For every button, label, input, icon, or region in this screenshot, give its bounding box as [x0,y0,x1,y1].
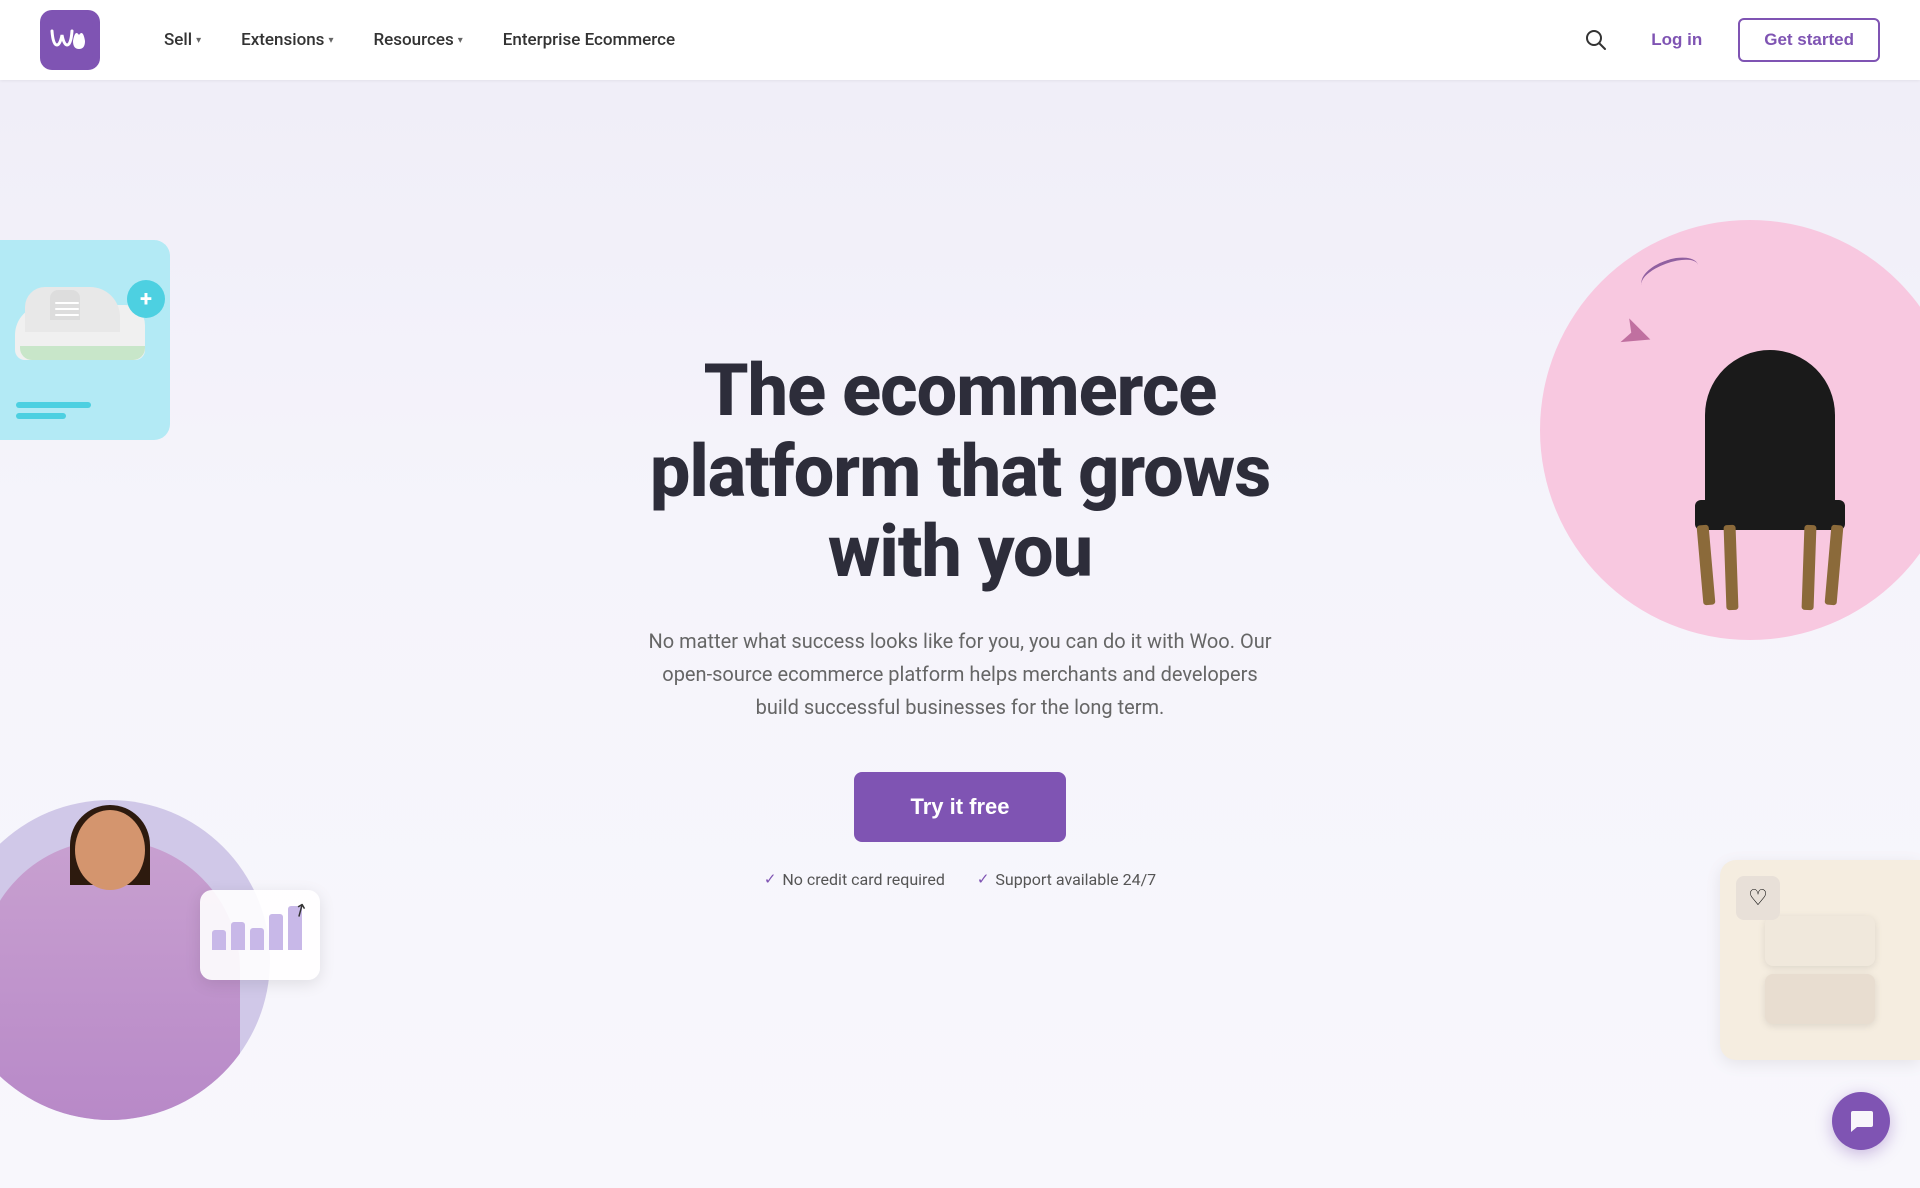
chair-back [1705,350,1835,510]
get-started-button[interactable]: Get started [1738,18,1880,62]
nav-item-resources[interactable]: Resources ▾ [357,22,478,58]
chevron-down-icon: ▾ [328,35,333,46]
logo[interactable] [40,10,100,70]
chair-leg-front-right [1802,525,1817,610]
search-button[interactable] [1577,21,1615,59]
heart-badge: ♡ [1736,876,1780,920]
logo-icon [40,10,100,70]
check-icon: ✓ [764,870,777,888]
hero-subtitle: No matter what success looks like for yo… [640,625,1280,724]
shoe-sole [20,346,145,360]
nav-item-extensions[interactable]: Extensions ▾ [225,22,349,58]
paper-plane-icon: ➤ [1613,306,1661,362]
shoe-image: + [15,270,155,360]
main-nav: Sell ▾ Extensions ▾ Resources ▾ Enterpri… [148,22,1577,58]
nav-item-sell[interactable]: Sell ▾ [148,22,217,58]
chair-leg-right [1825,525,1844,606]
hero-content: The ecommerce platform that grows with y… [600,351,1320,889]
header: Sell ▾ Extensions ▾ Resources ▾ Enterpri… [0,0,1920,80]
hero-section: + ↗ ➤ [0,80,1920,1180]
chair-leg-left [1697,525,1716,606]
woman-head [75,810,145,890]
hero-title: The ecommerce platform that grows with y… [600,351,1320,593]
curl-decoration [1637,251,1704,300]
login-button[interactable]: Log in [1639,22,1714,58]
shoe-bar-lines [16,402,96,424]
hero-trust-badges: ✓ No credit card required ✓ Support avai… [600,870,1320,889]
chart-widget-decoration: ↗ [200,890,320,980]
header-right: Log in Get started [1577,18,1880,62]
soap-bar-bottom [1765,974,1875,1024]
chevron-down-icon: ▾ [196,35,201,46]
chair-seat [1695,500,1845,530]
no-credit-card-badge: ✓ No credit card required [764,870,945,889]
soap-card-decoration: ♡ [1720,860,1920,1060]
woman-silhouette [0,840,240,1120]
soap-bar-top [1765,916,1875,966]
plus-badge: + [127,280,165,318]
pink-circle-decoration: ➤ [1540,220,1920,640]
chair-image [1670,350,1870,610]
nav-item-enterprise[interactable]: Enterprise Ecommerce [487,22,691,58]
soap-stack [1765,916,1875,1024]
support-badge: ✓ Support available 24/7 [977,870,1156,889]
shoe-laces [55,302,79,316]
chat-button[interactable] [1832,1092,1890,1150]
shoe-card-decoration: + [0,240,170,440]
chair-leg-front-left [1724,525,1739,610]
check-icon: ✓ [977,870,990,888]
chevron-down-icon: ▾ [458,35,463,46]
try-it-free-button[interactable]: Try it free [854,772,1065,842]
